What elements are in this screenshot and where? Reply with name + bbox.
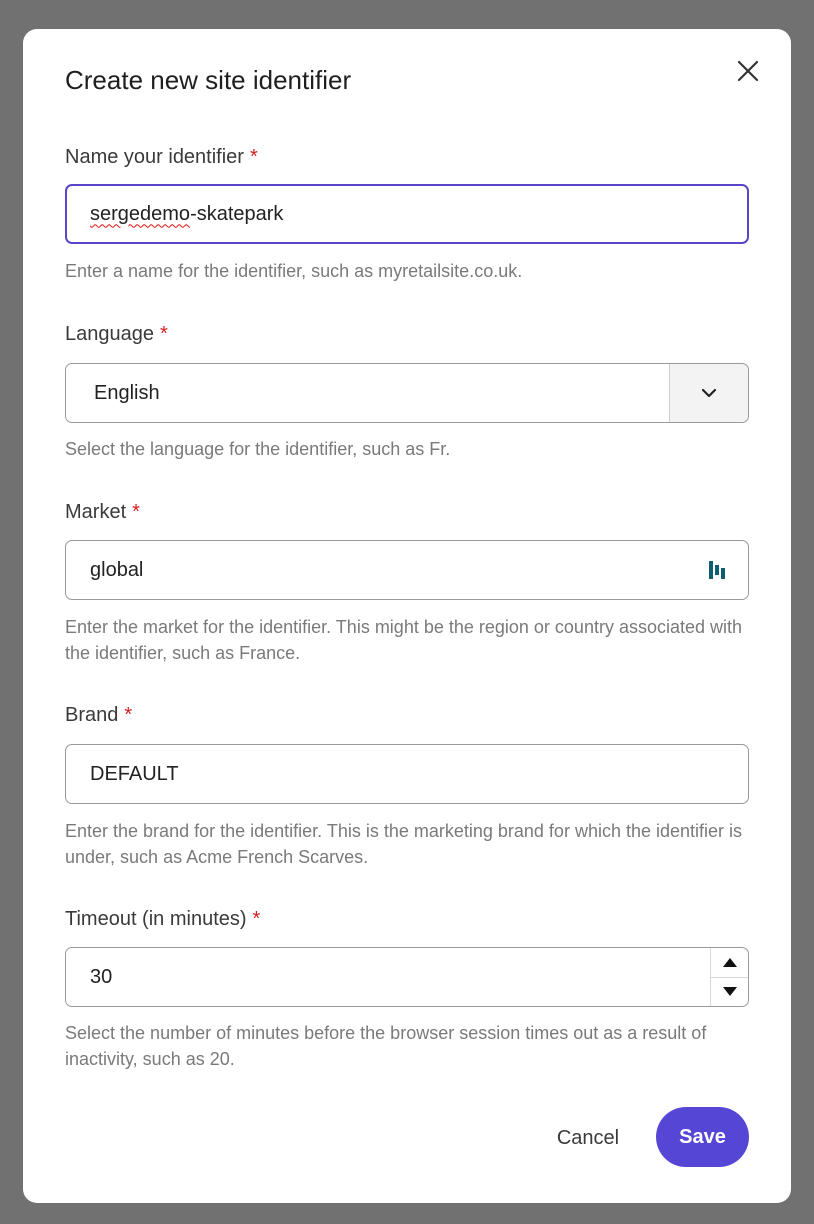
name-helper: Enter a name for the identifier, such as… (65, 261, 523, 281)
language-label: Language * (65, 323, 168, 346)
name-input[interactable]: sergedemo -skatepark (65, 184, 749, 244)
timeout-label: Timeout (in minutes) * (65, 908, 260, 931)
triangle-down-icon (722, 986, 737, 996)
stepper-controls (710, 948, 748, 1006)
decrement-button[interactable] (711, 978, 748, 1007)
language-label-text: Language (65, 323, 154, 345)
chevron-down-icon (701, 388, 717, 398)
password-manager-icon[interactable] (708, 559, 748, 581)
market-helper: Enter the market for the identifier. Thi… (65, 617, 743, 663)
name-input-rest: -skatepark (190, 202, 284, 225)
brand-helper: Enter the brand for the identifier. This… (65, 821, 743, 867)
timeout-stepper[interactable]: 30 (65, 947, 749, 1007)
name-input-misspelled: sergedemo (90, 202, 191, 225)
increment-button[interactable] (711, 948, 748, 978)
required-mark: * (249, 146, 258, 168)
brand-label-text: Brand (65, 704, 119, 726)
timeout-helper: Select the number of minutes before the … (65, 1023, 707, 1069)
timeout-input-value: 30 (90, 965, 113, 988)
name-label-text: Name your identifier (65, 146, 244, 168)
language-select-value: English (94, 381, 160, 404)
required-mark: * (124, 704, 133, 726)
required-mark: * (132, 501, 140, 523)
market-input-value: global (90, 558, 144, 581)
market-input[interactable]: global (65, 540, 749, 600)
create-site-identifier-dialog: Create new site identifier Name your ide… (23, 29, 791, 1203)
language-helper: Select the language for the identifier, … (65, 439, 451, 459)
dialog-title: Create new site identifier (65, 65, 352, 95)
triangle-up-icon (722, 958, 737, 968)
language-dropdown-button[interactable] (669, 364, 748, 422)
required-mark: * (159, 323, 168, 345)
save-button[interactable]: Save (656, 1107, 749, 1167)
name-label: Name your identifier * (65, 146, 258, 169)
brand-label: Brand * (65, 704, 132, 727)
close-icon (737, 60, 759, 82)
required-mark: * (252, 908, 261, 930)
brand-input-value: DEFAULT (90, 762, 179, 785)
language-select[interactable]: English (65, 363, 749, 423)
cancel-button[interactable]: Cancel (543, 1108, 633, 1168)
market-label-text: Market (65, 501, 127, 523)
market-label: Market * (65, 501, 140, 524)
close-button[interactable] (734, 57, 762, 85)
brand-input[interactable]: DEFAULT (65, 744, 749, 804)
timeout-label-text: Timeout (in minutes) (65, 908, 247, 930)
